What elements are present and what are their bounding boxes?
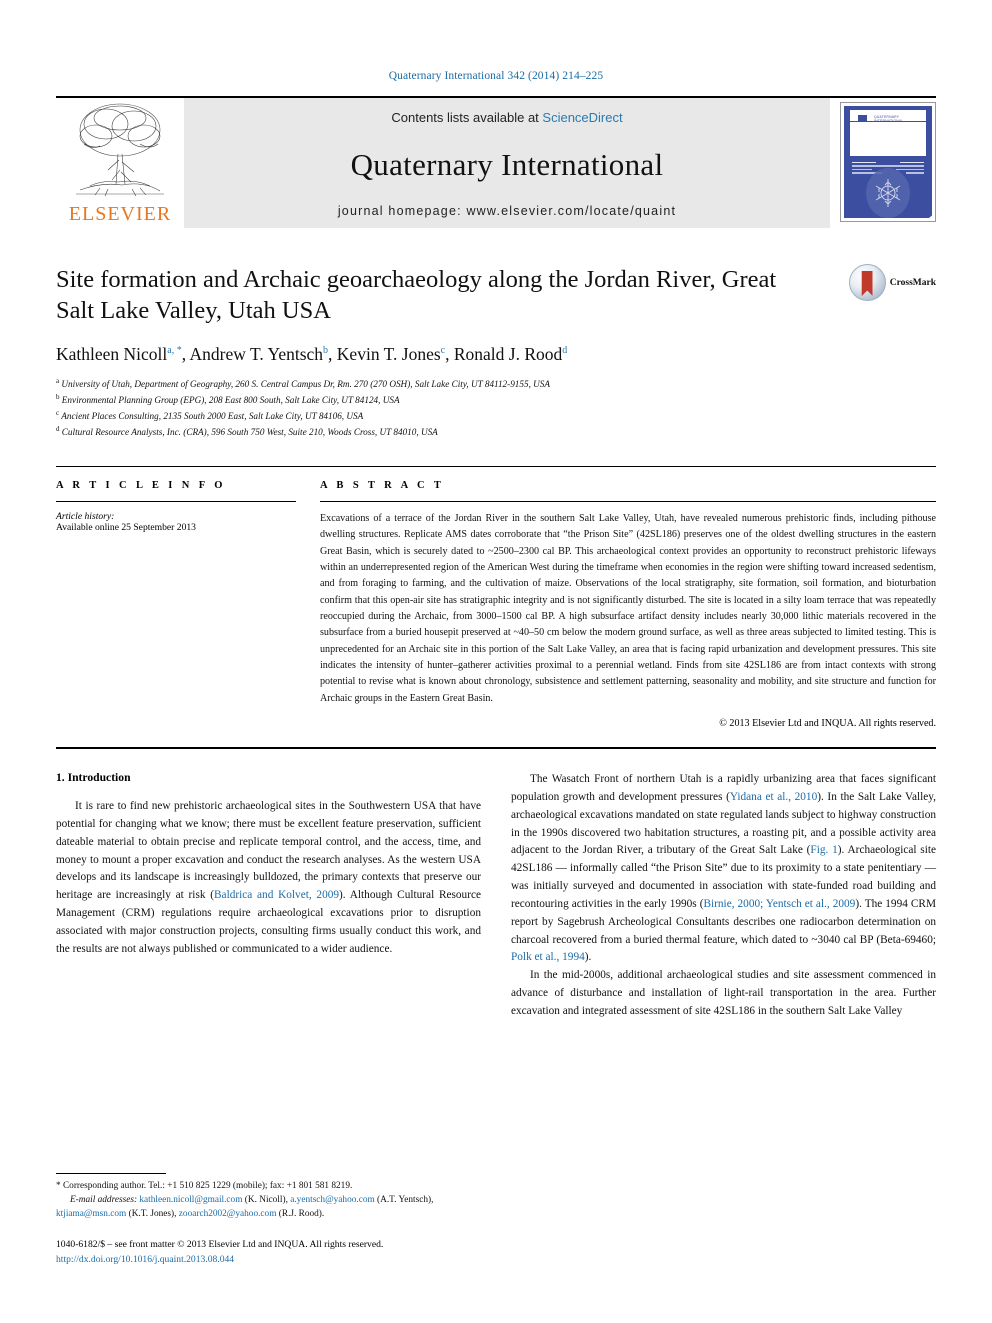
author-4-sup: d [562, 344, 568, 356]
author-list: Kathleen Nicolla, *, Andrew T. Yentschb,… [56, 343, 568, 364]
abstract-column: A B S T R A C T Excavations of a terrace… [320, 480, 936, 729]
citation-link[interactable]: Birnie, 2000; Yentsch et al., 2009 [703, 898, 855, 910]
crossmark-label: CrossMark [889, 277, 936, 288]
cover-emblem [866, 168, 910, 218]
author-3: Kevin T. Jonesc [336, 343, 446, 364]
crossmark-icon [848, 264, 886, 301]
footnote-rule [56, 1173, 166, 1175]
body-column-right: The Wasatch Front of northern Utah is a … [511, 771, 936, 1021]
email-link-2[interactable]: a.yentsch@yahoo.com [290, 1195, 374, 1205]
footnote-region: * Corresponding author. Tel.: +1 510 825… [56, 1173, 460, 1267]
abstract-text: Excavations of a terrace of the Jordan R… [320, 512, 936, 704]
citation-link[interactable]: Polk et al., 1994 [511, 951, 585, 963]
body-columns: 1. Introduction It is rare to find new p… [56, 771, 936, 1021]
affiliation-c: c Ancient Places Consulting, 2135 South … [56, 408, 364, 421]
affiliation-b: b Environmental Planning Group (EPG), 20… [56, 392, 400, 405]
article-history-value: Available online 25 September 2013 [56, 521, 196, 533]
article-info-rule [56, 500, 296, 502]
issn-line: 1040-6182/$ – see front matter © 2013 El… [56, 1239, 384, 1251]
running-head: Quaternary International 342 (2014) 214–… [388, 70, 604, 82]
journal-cover-thumbnail[interactable]: QUATERNARY INTERNATIONAL [840, 102, 936, 222]
citation-link[interactable]: Yidana et al., 2010 [730, 791, 817, 803]
cover-art: QUATERNARY INTERNATIONAL [844, 106, 932, 218]
citation-link[interactable]: Baldrica and Kolvet, 2009 [214, 889, 339, 901]
cover-snowflake-icon [875, 179, 901, 207]
journal-homepage[interactable]: journal homepage: www.elsevier.com/locat… [338, 204, 676, 218]
email-link-1[interactable]: kathleen.nicoll@gmail.com [139, 1195, 242, 1205]
affiliation-a: a University of Utah, Department of Geog… [56, 376, 551, 389]
abstract-heading: A B S T R A C T [320, 479, 445, 491]
title-block: Site formation and Archaic geoarchaeolog… [56, 264, 936, 440]
corresponding-author-text: * Corresponding author. Tel.: +1 510 825… [56, 1181, 353, 1192]
article-history-label: Article history: [56, 510, 115, 522]
journal-title: Quaternary International [350, 146, 664, 182]
paragraph-left-1: It is rare to find new prehistoric archa… [56, 800, 481, 955]
paper-page: Quaternary International 342 (2014) 214–… [0, 0, 992, 1323]
author-1: Kathleen Nicolla, * [56, 343, 182, 364]
body-column-left: 1. Introduction It is rare to find new p… [56, 771, 481, 1021]
author-2-sup: b [323, 344, 329, 356]
email-addresses-label: E-mail addresses: [70, 1195, 138, 1206]
paragraph-right-2: In the mid-2000s, additional archaeologi… [511, 969, 936, 1017]
corresponding-author-note: * Corresponding author. Tel.: +1 510 825… [56, 1181, 434, 1220]
citation-link[interactable]: Fig. 1 [810, 844, 837, 856]
contents-prefix: Contents lists available at [391, 110, 543, 125]
email-owner-4: (R.J. Rood) [278, 1209, 322, 1220]
paragraph-right-1: The Wasatch Front of northern Utah is a … [511, 773, 936, 964]
author-1-sup: a, * [167, 344, 182, 356]
affiliation-list: a University of Utah, Department of Geog… [56, 376, 936, 440]
affiliation-d: d Cultural Resource Analysts, Inc. (CRA)… [56, 424, 438, 437]
email-owner-1: (K. Nicoll) [244, 1195, 286, 1206]
contents-line: Contents lists available at ScienceDirec… [391, 110, 622, 125]
crossmark-badge-group[interactable]: CrossMark [848, 264, 936, 301]
article-info-heading: A R T I C L E I N F O [56, 479, 226, 491]
doi-link[interactable]: http://dx.doi.org/10.1016/j.quaint.2013.… [56, 1253, 460, 1267]
journal-band: Contents lists available at ScienceDirec… [184, 98, 830, 228]
cover-header-bar: QUATERNARY INTERNATIONAL [850, 110, 926, 124]
journal-masthead: ELSEVIER Contents lists available at Sci… [56, 96, 936, 228]
abstract-rule [320, 500, 936, 502]
email-owner-2: (A.T. Yentsch) [377, 1195, 432, 1206]
cover-white-panel [850, 122, 926, 156]
article-info-column: A R T I C L E I N F O Article history: A… [56, 480, 296, 729]
section-heading-introduction: 1. Introduction [56, 771, 131, 785]
elsevier-tree-icon [76, 103, 164, 197]
abstract-copyright: © 2013 Elsevier Ltd and INQUA. All right… [719, 718, 936, 730]
author-4: Ronald J. Roodd [453, 343, 568, 364]
body-separator-rule [56, 747, 936, 750]
info-abstract-region: A R T I C L E I N F O Article history: A… [56, 465, 936, 729]
issn-block: 1040-6182/$ – see front matter © 2013 El… [56, 1238, 460, 1267]
author-2: Andrew T. Yentschb [189, 343, 329, 364]
elsevier-wordmark: ELSEVIER [68, 203, 172, 225]
email-link-4[interactable]: zooarch2002@yahoo.com [179, 1209, 277, 1219]
sciencedirect-link[interactable]: ScienceDirect [542, 110, 622, 125]
email-link-3[interactable]: ktjiama@msn.com [56, 1209, 126, 1219]
page-title: Site formation and Archaic geoarchaeolog… [56, 266, 777, 325]
author-3-sup: c [440, 344, 446, 356]
email-owner-3: (K.T. Jones) [128, 1209, 175, 1220]
elsevier-logo: ELSEVIER [56, 98, 184, 228]
